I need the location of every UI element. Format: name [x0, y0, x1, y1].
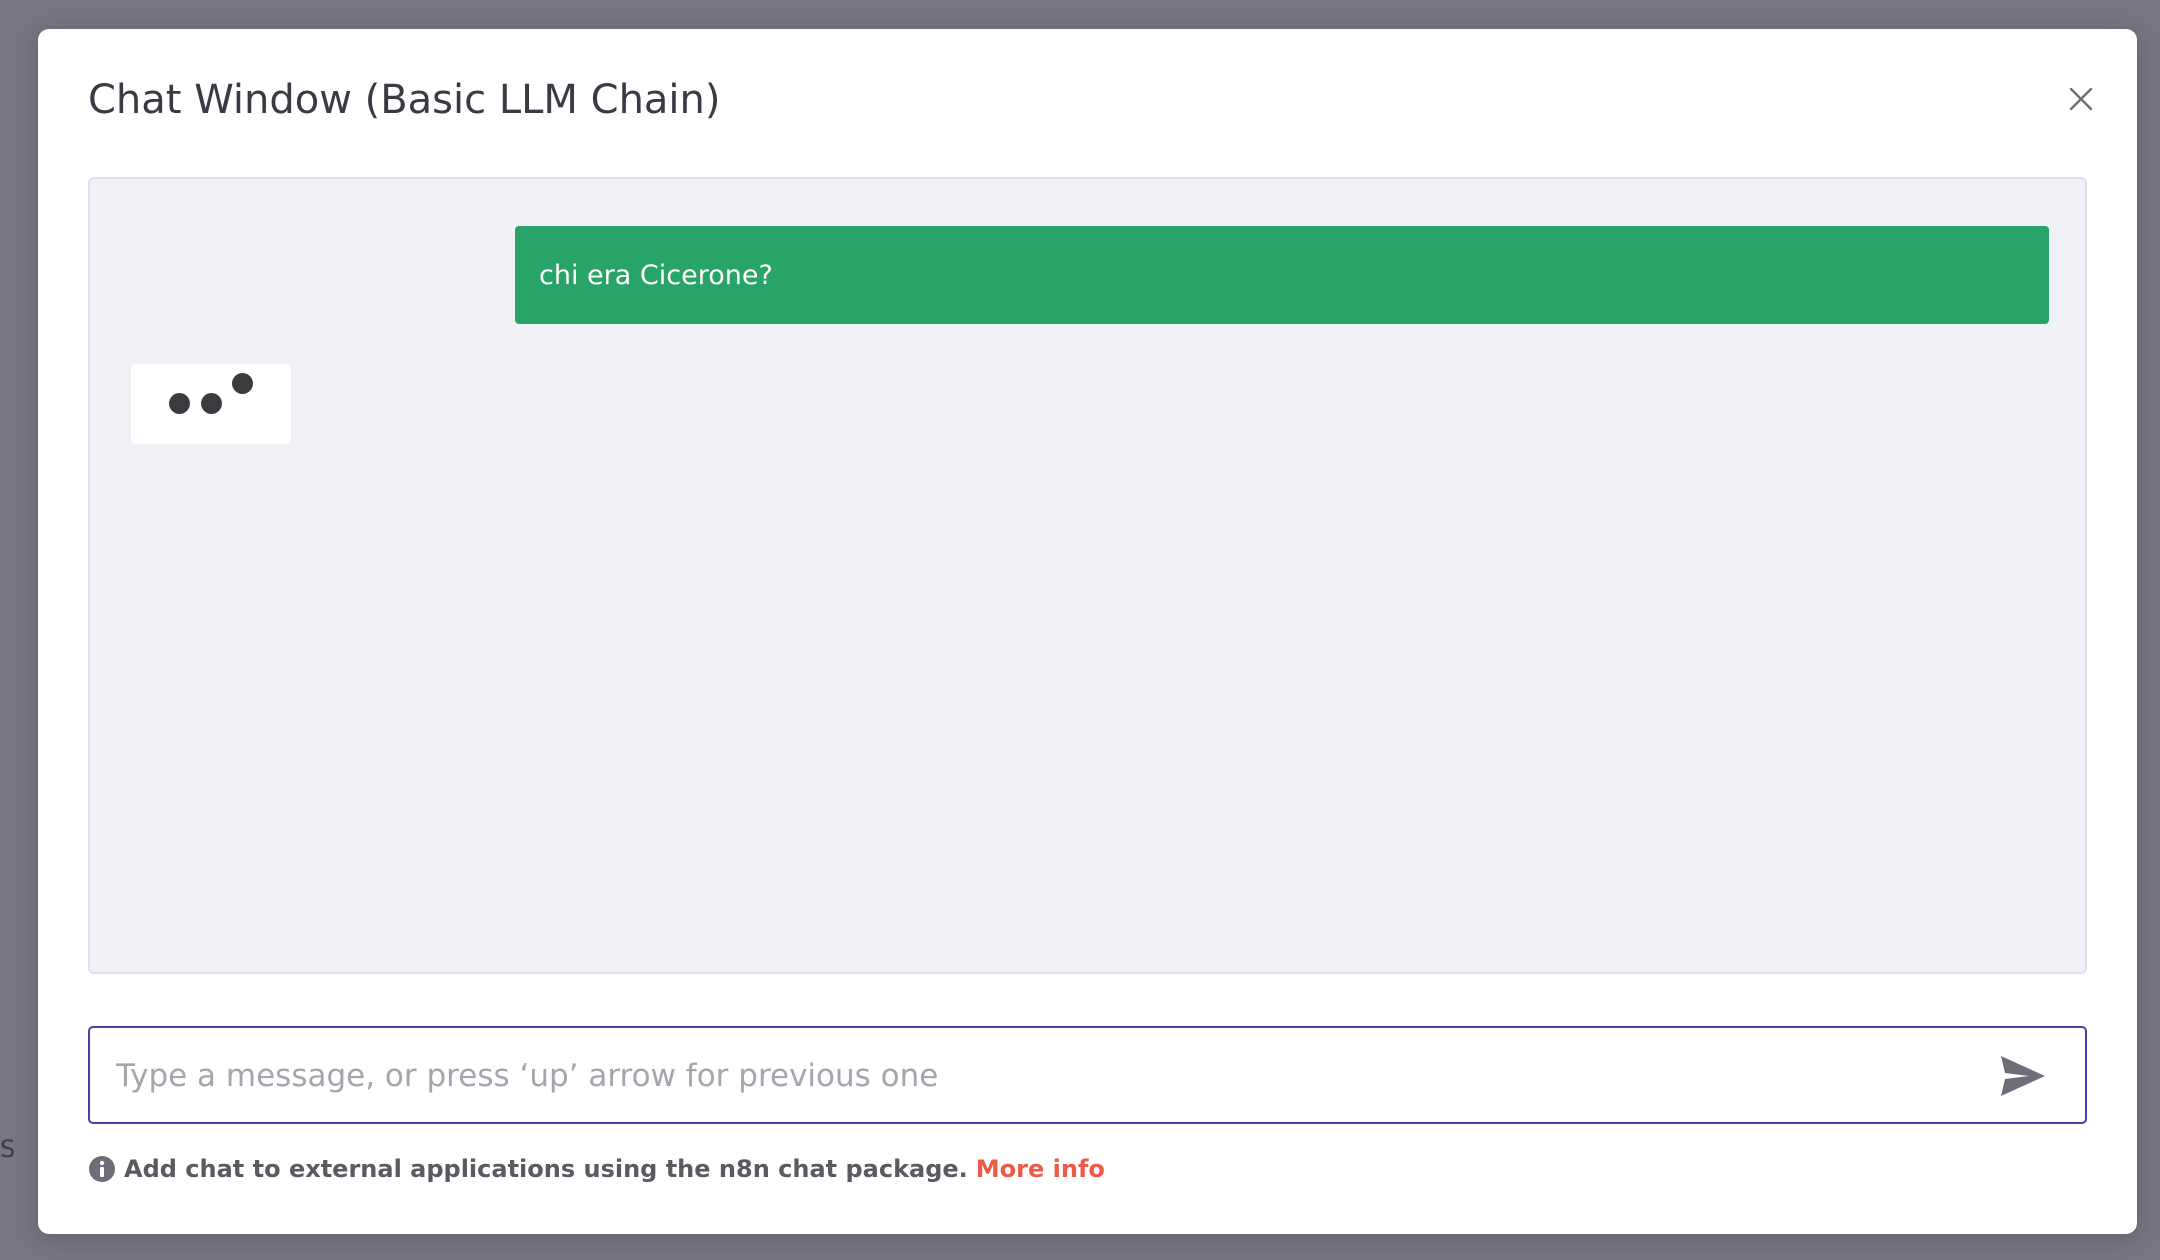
modal-title: Chat Window (Basic LLM Chain) — [88, 77, 721, 123]
send-button[interactable] — [1999, 1054, 2047, 1098]
send-icon — [2001, 1056, 2045, 1096]
info-icon — [88, 1155, 116, 1183]
message-input-container — [88, 1026, 2087, 1124]
close-button[interactable] — [2061, 79, 2101, 119]
messages-panel[interactable]: chi era Cicerone? — [88, 177, 2087, 974]
more-info-link[interactable]: More info — [976, 1155, 1105, 1183]
user-message: chi era Cicerone? — [515, 226, 2049, 324]
message-input[interactable] — [114, 1028, 1998, 1124]
bot-typing-indicator — [131, 364, 291, 444]
footer-text: Add chat to external applications using … — [124, 1155, 968, 1183]
user-message-text: chi era Cicerone? — [539, 259, 773, 291]
close-icon — [2069, 87, 2093, 111]
chat-modal: Chat Window (Basic LLM Chain) chi era Ci… — [38, 29, 2137, 1234]
background-partial-text: S — [0, 1135, 16, 1163]
footer-note: Add chat to external applications using … — [88, 1155, 1105, 1183]
